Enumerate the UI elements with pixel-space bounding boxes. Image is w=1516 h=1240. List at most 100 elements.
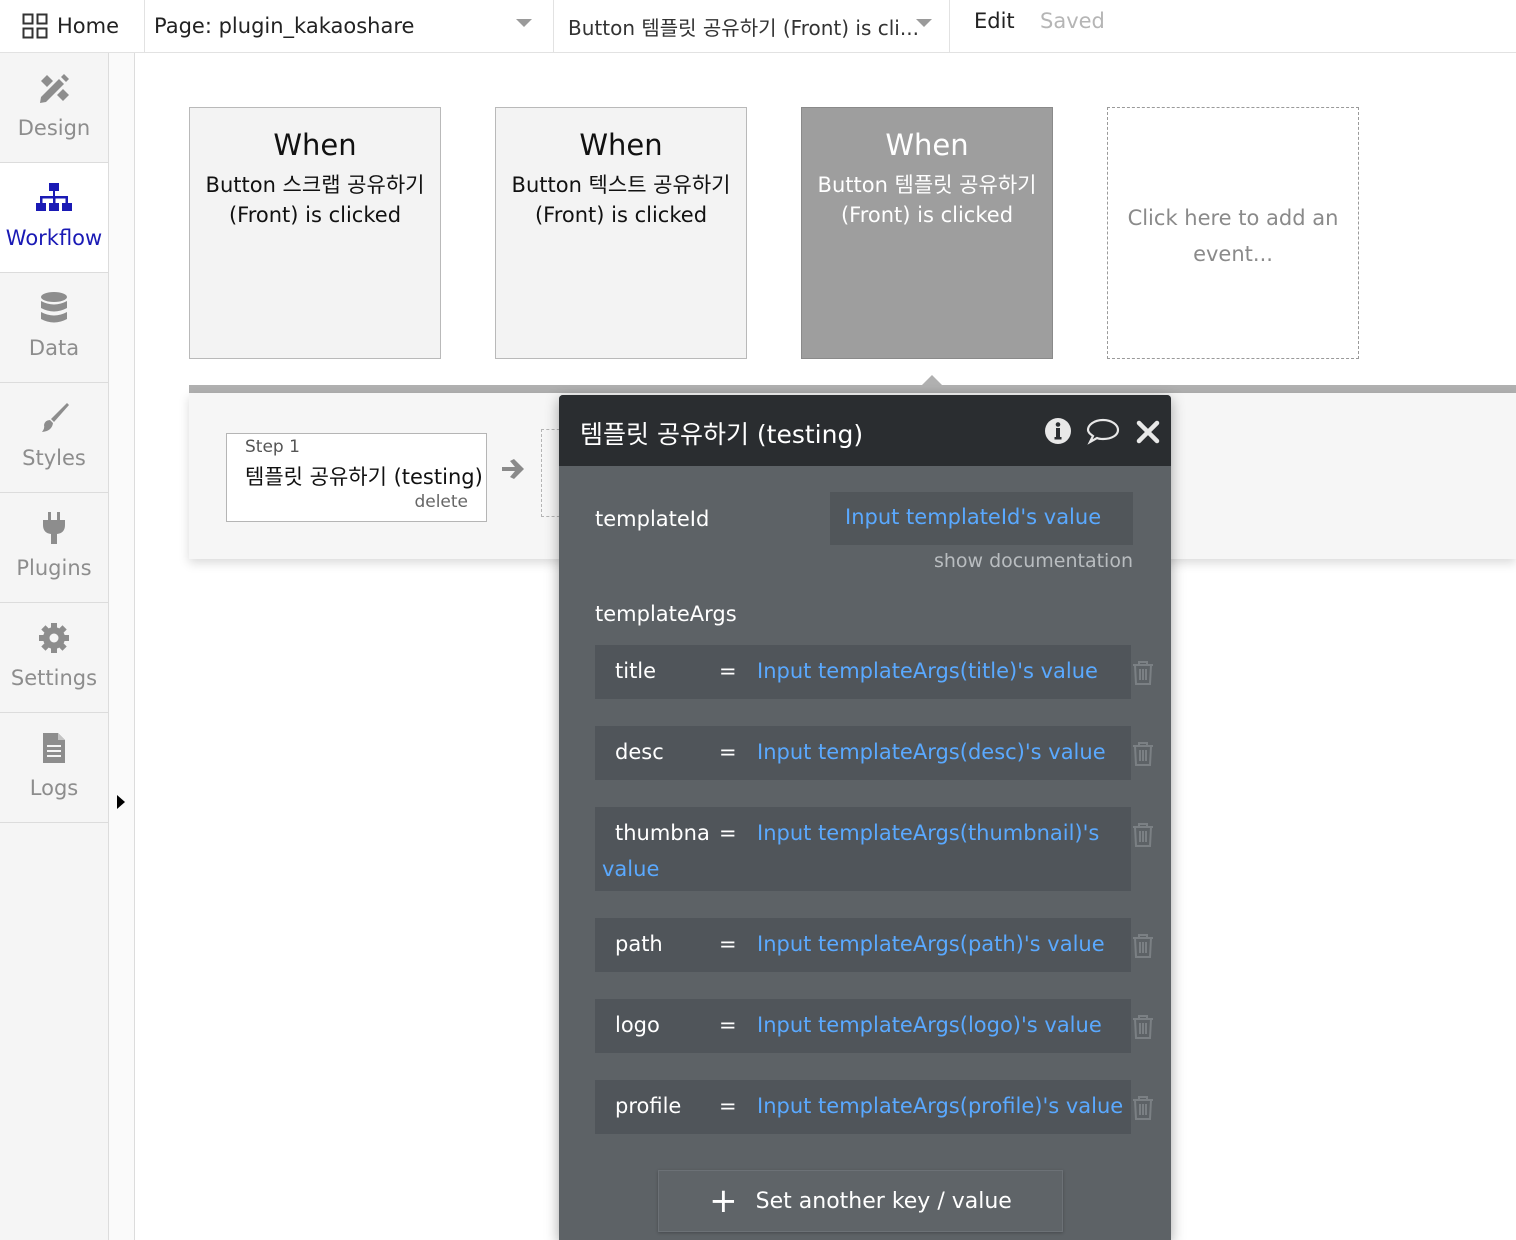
trash-icon[interactable] xyxy=(1131,741,1155,767)
trash-icon[interactable] xyxy=(1131,660,1155,686)
expand-palette-arrow-icon[interactable] xyxy=(117,795,125,809)
plus-icon: + xyxy=(709,1181,738,1221)
chevron-down-icon xyxy=(516,19,532,27)
event-card[interactable]: When Button 텍스트 공유하기 (Front) is clicked xyxy=(495,107,747,359)
step-number: Step 1 xyxy=(245,437,300,457)
document-icon xyxy=(43,733,65,763)
design-icon xyxy=(40,74,69,103)
saved-status: Saved xyxy=(1040,9,1105,33)
plug-icon xyxy=(43,512,65,544)
arg-value-input[interactable]: Input templateArgs(thumbnail)'s xyxy=(757,821,1099,845)
sidebar-item-plugins[interactable]: Plugins xyxy=(0,493,108,603)
top-bar: Home Page: plugin_kakaoshare Button 템플릿 … xyxy=(0,0,1516,53)
trash-icon[interactable] xyxy=(1131,1014,1155,1040)
step-card[interactable]: Step 1 템플릿 공유하기 (testing) delete xyxy=(226,433,487,522)
close-icon[interactable] xyxy=(1136,420,1160,444)
arg-value-input[interactable]: Input templateArgs(profile)'s value xyxy=(757,1094,1123,1118)
event-trigger-text: Button 템플릿 공유하기 xyxy=(817,173,1037,197)
grid-icon xyxy=(22,13,48,39)
event-card-selected[interactable]: When Button 템플릿 공유하기 (Front) is clicked xyxy=(801,107,1053,359)
arg-key[interactable]: thumbnail xyxy=(615,821,711,845)
left-sidebar: Design Workflow Data Styles Plugins Sett… xyxy=(0,53,109,1240)
event-dropdown[interactable]: Button 템플릿 공유하기 (Front) is cli... xyxy=(555,0,950,52)
step-action-name: 템플릿 공유하기 (testing) xyxy=(245,465,483,489)
add-event-line: event... xyxy=(1193,242,1273,266)
arg-value-continuation[interactable]: value xyxy=(602,857,659,881)
sidebar-item-label: Settings xyxy=(10,666,98,690)
add-key-value-button[interactable]: + Set another key / value xyxy=(658,1170,1063,1232)
panel-header: 템플릿 공유하기 (testing) xyxy=(559,395,1171,466)
sidebar-item-data[interactable]: Data xyxy=(0,273,108,383)
arg-key[interactable]: profile xyxy=(615,1094,711,1118)
event-when-label: When xyxy=(273,128,357,162)
brush-icon xyxy=(42,403,69,432)
event-condition-text: (Front) is clicked xyxy=(534,203,708,227)
arg-key[interactable]: desc xyxy=(615,740,711,764)
trash-icon[interactable] xyxy=(1131,1095,1155,1121)
trash-icon[interactable] xyxy=(1131,933,1155,959)
info-icon[interactable] xyxy=(1044,417,1072,445)
sidebar-item-design[interactable]: Design xyxy=(0,53,108,163)
event-description: Button 템플릿 공유하기 (Front) is clicked xyxy=(802,170,1052,230)
action-property-editor: 템플릿 공유하기 (testing) templateId Input temp… xyxy=(559,395,1171,1240)
trash-icon[interactable] xyxy=(1131,822,1155,848)
key-value-row[interactable]: logo = Input templateArgs(logo)'s value xyxy=(595,999,1131,1053)
template-id-input[interactable]: Input templateId's value xyxy=(830,492,1133,545)
arg-key[interactable]: logo xyxy=(615,1013,711,1037)
event-card[interactable]: When Button 스크랩 공유하기 (Front) is clicked xyxy=(189,107,441,359)
key-value-row[interactable]: desc = Input templateArgs(desc)'s value xyxy=(595,726,1131,780)
equals-sign: = xyxy=(719,821,737,845)
sidebar-item-label: Styles xyxy=(22,446,86,470)
event-trigger-text: Button 스크랩 공유하기 xyxy=(205,173,425,197)
event-condition-text: (Front) is clicked xyxy=(228,203,402,227)
sidebar-item-label: Data xyxy=(28,336,80,360)
arg-value-input[interactable]: Input templateArgs(title)'s value xyxy=(757,659,1098,683)
sidebar-item-label: Workflow xyxy=(5,226,103,250)
event-when-label: When xyxy=(579,128,663,162)
comment-icon[interactable] xyxy=(1086,417,1120,445)
event-description: Button 스크랩 공유하기 (Front) is clicked xyxy=(190,170,440,230)
key-value-row[interactable]: title = Input templateArgs(title)'s valu… xyxy=(595,645,1131,699)
event-when-label: When xyxy=(885,128,969,162)
equals-sign: = xyxy=(719,932,737,956)
home-label: Home xyxy=(57,14,120,38)
sidebar-item-settings[interactable]: Settings xyxy=(0,603,108,713)
key-value-row[interactable]: profile = Input templateArgs(profile)'s … xyxy=(595,1080,1131,1134)
chevron-down-icon xyxy=(916,19,932,27)
panel-title: 템플릿 공유하기 (testing) xyxy=(580,420,864,449)
arg-key[interactable]: path xyxy=(615,932,711,956)
add-key-value-label: Set another key / value xyxy=(755,1188,1012,1214)
database-icon xyxy=(41,292,67,323)
sidebar-item-styles[interactable]: Styles xyxy=(0,383,108,493)
sidebar-item-workflow[interactable]: Workflow xyxy=(0,163,108,273)
arg-value-input[interactable]: Input templateArgs(desc)'s value xyxy=(757,740,1106,764)
equals-sign: = xyxy=(719,659,737,683)
page-dropdown-label: Page: plugin_kakaoshare xyxy=(154,14,415,38)
home-button[interactable]: Home xyxy=(0,0,145,52)
workflow-timeline-bar xyxy=(189,385,1516,393)
sidebar-item-label: Plugins xyxy=(16,556,92,580)
arg-value-input[interactable]: Input templateArgs(path)'s value xyxy=(757,932,1105,956)
equals-sign: = xyxy=(719,740,737,764)
gear-icon xyxy=(39,623,69,653)
key-value-row[interactable]: path = Input templateArgs(path)'s value xyxy=(595,918,1131,972)
arg-value-input[interactable]: Input templateArgs(logo)'s value xyxy=(757,1013,1102,1037)
equals-sign: = xyxy=(719,1094,737,1118)
template-id-label: templateId xyxy=(595,507,710,531)
add-event-text: Click here to add an event... xyxy=(1108,200,1358,272)
event-description: Button 텍스트 공유하기 (Front) is clicked xyxy=(496,170,746,230)
add-event-card[interactable]: Click here to add an event... xyxy=(1107,107,1359,359)
arg-key[interactable]: title xyxy=(615,659,711,683)
sidebar-item-logs[interactable]: Logs xyxy=(0,713,108,823)
workflow-icon xyxy=(36,183,72,211)
step-delete-link[interactable]: delete xyxy=(414,492,468,512)
event-condition-text: (Front) is clicked xyxy=(840,203,1014,227)
edit-menu[interactable]: Edit xyxy=(974,9,1015,33)
key-value-row[interactable]: thumbnail = Input templateArgs(thumbnail… xyxy=(595,807,1131,891)
page-dropdown[interactable]: Page: plugin_kakaoshare xyxy=(146,0,554,52)
sidebar-item-label: Logs xyxy=(29,776,79,800)
add-event-line: Click here to add an xyxy=(1127,206,1339,230)
arrow-right-icon xyxy=(502,459,524,479)
equals-sign: = xyxy=(719,1013,737,1037)
show-documentation-link[interactable]: show documentation xyxy=(934,550,1133,572)
